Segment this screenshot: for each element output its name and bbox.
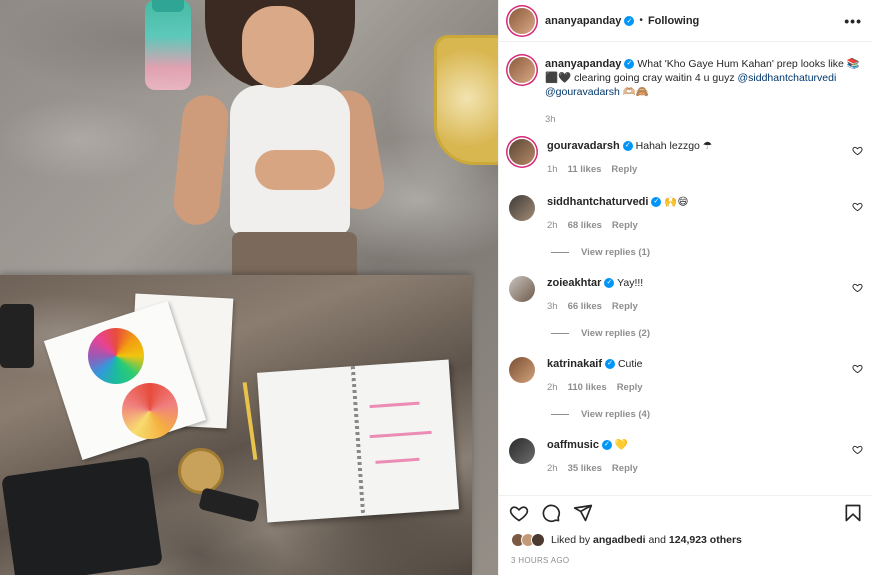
replies-line [551,333,569,334]
caption: ananyapanday ✓ What 'Kho Gaye Hum Kahan' … [499,43,872,127]
verified-icon: ✓ [624,15,635,26]
comment-item: gouravadarsh ✓ Hahah lezzgo ☂ 1h 11 likes R… [509,139,863,177]
comment-time[interactable]: 1h [547,164,558,175]
emotion-wheel-2 [122,383,178,439]
comment-likes[interactable]: 66 likes [568,301,602,312]
notebook [257,359,459,523]
post-photo[interactable] [0,0,498,575]
comment-likes[interactable]: 35 likes [568,463,602,474]
comment-likes[interactable]: 110 likes [568,382,607,393]
heart-icon[interactable] [852,145,863,156]
author-username[interactable]: ananyapanday [545,15,621,27]
action-icons [499,496,872,530]
comment-time[interactable]: 3h [547,301,558,312]
post-actions: Liked by angadbedi and 124,923 others 3 … [499,495,872,575]
reply-button[interactable]: Reply [612,301,638,312]
comment-username[interactable]: zoieakhtar [547,277,601,289]
following-button[interactable]: Following [648,15,699,27]
verified-icon: ✓ [651,197,662,208]
comment-time[interactable]: 2h [547,463,558,474]
comment-time[interactable]: 2h [547,220,558,231]
emotion-wheel-1 [88,328,144,384]
comment-item: zoieakhtar ✓ Yay!!! 3h 66 likes Reply [509,276,863,314]
comment-username[interactable]: siddhantchaturvedi [547,196,648,208]
person-hands [255,150,335,190]
comments-list[interactable]: ananyapanday ✓ What 'Kho Gaye Hum Kahan' … [499,43,872,495]
comment-icon[interactable] [541,503,561,523]
reply-button[interactable]: Reply [617,382,643,393]
liked-by-others[interactable]: 124,923 others [669,534,742,546]
post-side-panel: ananyapanday ✓ • Following ••• ananyapan… [498,0,872,575]
comment-avatar[interactable] [509,357,535,383]
view-replies-label[interactable]: View replies (4) [581,409,650,420]
caption-username[interactable]: ananyapanday [545,58,621,70]
view-replies-button[interactable]: View replies (4) [551,409,650,420]
caption-time[interactable]: 3h [545,113,863,127]
post-time[interactable]: 3 HOURS AGO [499,550,872,565]
comment-avatar[interactable] [509,438,535,464]
coaster-cup [178,448,224,494]
verified-icon: ✓ [622,141,633,152]
comment-item: katrinakaif ✓ Cutie 2h 110 likes Reply [509,357,863,395]
heart-icon[interactable] [852,201,863,212]
person-face [242,6,314,88]
bookmark-icon[interactable] [843,503,863,523]
heart-icon[interactable] [852,282,863,293]
comment-text: Cutie [617,358,643,370]
comment-avatar[interactable] [509,276,535,302]
share-icon[interactable] [573,503,593,523]
separator-dot: • [639,15,643,26]
verified-icon: ✓ [624,59,635,70]
verified-icon: ✓ [604,278,615,289]
comment-text: 💛 [614,439,628,451]
heart-icon[interactable] [852,363,863,374]
post-modal: ananyapanday ✓ • Following ••• ananyapan… [0,0,872,575]
liked-by-prefix: Liked by [551,534,591,546]
more-icon[interactable]: ••• [844,13,862,29]
heart-icon[interactable] [509,503,529,523]
caption-mention-2[interactable]: @gouravadarsh [545,86,620,98]
comment-text: 🙌😄 [664,196,689,208]
replies-line [551,414,569,415]
reply-button[interactable]: Reply [612,220,638,231]
comment-text: Hahah lezzgo ☂ [635,140,713,152]
view-replies-button[interactable]: View replies (1) [551,247,650,258]
likes-summary[interactable]: Liked by angadbedi and 124,923 others [499,530,872,550]
replies-line [551,252,569,253]
comment-username[interactable]: gouravadarsh [547,140,620,152]
comment-time[interactable]: 2h [547,382,558,393]
caption-emoji: 🫶🏼🙈 [622,86,649,98]
post-header: ananyapanday ✓ • Following ••• [499,0,872,42]
view-replies-label[interactable]: View replies (2) [581,328,650,339]
caption-mention-1[interactable]: @siddhantchaturvedi [738,72,837,84]
bottle-cap [152,0,184,12]
liked-by-user[interactable]: angadbedi [593,534,646,546]
water-bottle [145,0,191,90]
tablet-keyboard [1,456,163,575]
comment-username[interactable]: oaffmusic [547,439,599,451]
author-avatar[interactable] [509,7,535,34]
phone-object [0,304,34,368]
liked-by-and: and [648,534,666,546]
comment-username[interactable]: katrinakaif [547,358,602,370]
comment-avatar[interactable] [509,195,535,221]
comment-avatar[interactable] [509,139,535,165]
reply-button[interactable]: Reply [612,463,638,474]
comment-item: oaffmusic ✓ 💛 2h 35 likes Reply [509,438,863,476]
view-replies-button[interactable]: View replies (2) [551,328,650,339]
liker-avatars [511,533,545,547]
reply-button[interactable]: Reply [611,164,637,175]
view-replies-label[interactable]: View replies (1) [581,247,650,258]
verified-icon: ✓ [601,440,612,451]
caption-avatar[interactable] [509,57,535,83]
comment-item: siddhantchaturvedi ✓ 🙌😄 2h 68 likes Reply [509,195,863,233]
heart-icon[interactable] [852,444,863,455]
person-pants [232,232,357,280]
basket [434,35,498,165]
comment-likes[interactable]: 11 likes [568,164,602,175]
comment-likes[interactable]: 68 likes [568,220,602,231]
verified-icon: ✓ [605,359,616,370]
comment-text: Yay!!! [617,277,644,289]
